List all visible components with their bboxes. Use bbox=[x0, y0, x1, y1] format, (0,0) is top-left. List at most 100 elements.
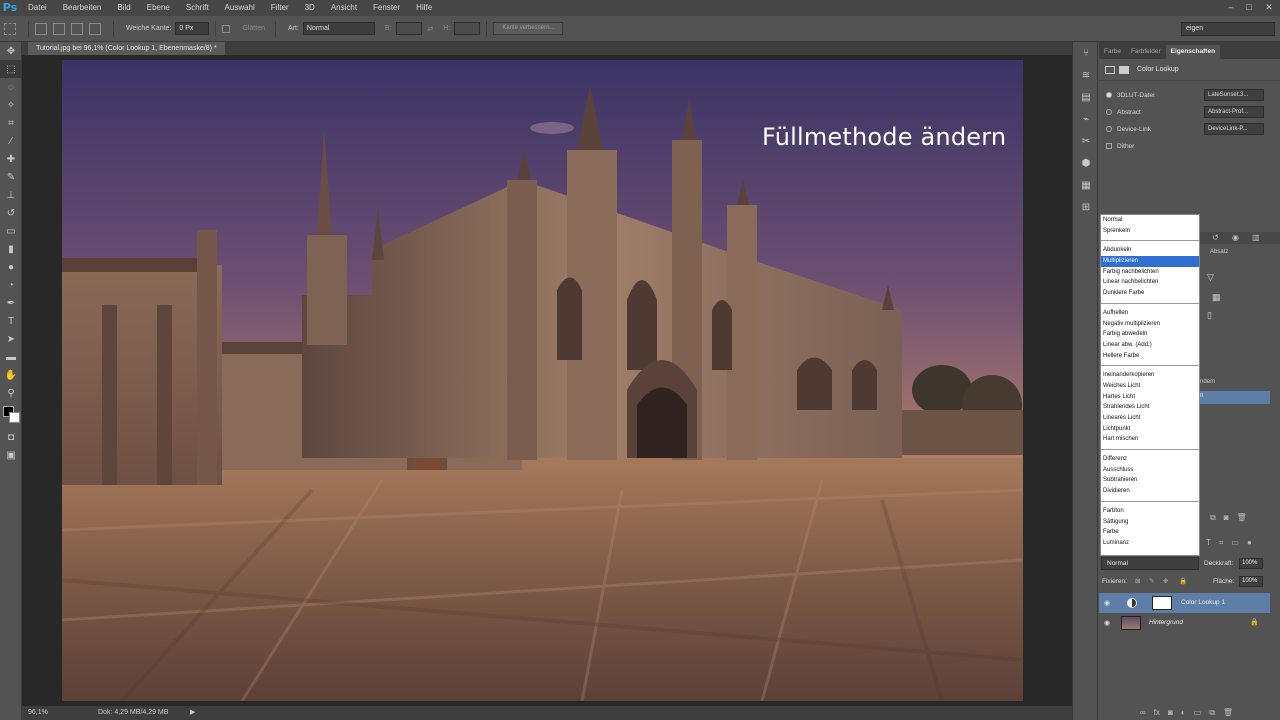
blend-option[interactable]: Differenz bbox=[1101, 454, 1199, 465]
layer-mask-thumbnail[interactable] bbox=[1152, 596, 1172, 610]
blend-option[interactable]: Hellere Farbe bbox=[1101, 351, 1199, 362]
layer-row[interactable]: ◉ Color Lookup 1 bbox=[1099, 593, 1270, 613]
blend-option[interactable]: Negativ multiplizieren bbox=[1101, 319, 1199, 330]
background-color[interactable] bbox=[9, 412, 20, 423]
blend-option-selected[interactable]: Multiplizieren bbox=[1101, 256, 1199, 267]
lasso-tool-icon[interactable]: ◌ bbox=[0, 78, 22, 96]
radio-abstract[interactable] bbox=[1106, 109, 1112, 115]
history-state[interactable]: ndern bbox=[1200, 379, 1215, 385]
blend-option[interactable]: Lichtpunkt bbox=[1101, 424, 1199, 435]
grid-icon[interactable]: ▦ bbox=[1212, 292, 1221, 303]
intersect-selection-icon[interactable] bbox=[89, 22, 101, 35]
blend-option[interactable]: Ineinanderkopieren bbox=[1101, 370, 1199, 381]
blend-option[interactable]: Ausschluss bbox=[1101, 465, 1199, 476]
lock-position-icon[interactable]: ✥ bbox=[1163, 577, 1168, 585]
layer-name[interactable]: Color Lookup 1 bbox=[1181, 593, 1225, 613]
radio-3dlut[interactable] bbox=[1106, 92, 1112, 98]
tools-panel-icon[interactable]: ✂ bbox=[1073, 130, 1099, 152]
type-tool-icon[interactable]: T bbox=[0, 312, 22, 330]
quick-mask-icon[interactable]: ◘ bbox=[0, 428, 22, 446]
smart-filter-icon[interactable]: ▭ bbox=[1231, 538, 1239, 550]
menu-datei[interactable]: Datei bbox=[20, 0, 55, 16]
lut-select[interactable]: Abstract-Prof... bbox=[1204, 106, 1264, 118]
menu-3d[interactable]: 3D bbox=[297, 0, 323, 16]
layer-thumbnail[interactable] bbox=[1121, 616, 1141, 630]
marquee-tool-icon[interactable] bbox=[4, 22, 16, 35]
magic-wand-icon[interactable]: ✧ bbox=[0, 96, 22, 114]
new-layer-icon[interactable]: ⧉ bbox=[1209, 708, 1215, 720]
reset-icon[interactable]: ↺ bbox=[1212, 233, 1219, 242]
swap-icon[interactable]: ⇄ bbox=[428, 25, 434, 33]
fx-icon[interactable]: fx bbox=[1154, 708, 1160, 720]
paths-panel-icon[interactable]: ⌁ bbox=[1073, 108, 1099, 130]
new-group-icon[interactable]: ▭ bbox=[1194, 708, 1202, 720]
status-arrow-icon[interactable]: ▶ bbox=[190, 706, 195, 720]
menu-bearbeiten[interactable]: Bearbeiten bbox=[55, 0, 110, 16]
tab-farbfelder[interactable]: Farbfelder bbox=[1126, 45, 1166, 59]
feather-input[interactable]: 0 Px bbox=[175, 22, 210, 35]
crop-tool-icon[interactable]: ⌗ bbox=[0, 114, 22, 132]
filter-toggle-icon[interactable]: ● bbox=[1247, 538, 1252, 550]
blend-option[interactable]: Abdunkeln bbox=[1101, 245, 1199, 256]
delete-icon[interactable]: ▥ bbox=[1252, 233, 1260, 242]
healing-brush-icon[interactable]: ✚ bbox=[0, 150, 22, 168]
adjustments-panel-icon[interactable]: ≋ bbox=[1073, 64, 1099, 86]
mask-icon[interactable] bbox=[1119, 65, 1129, 74]
menu-schrift[interactable]: Schrift bbox=[178, 0, 217, 16]
blend-option[interactable]: Sprenkeln bbox=[1101, 226, 1199, 237]
link-icon[interactable]: ∞ bbox=[1140, 708, 1146, 720]
blend-option[interactable]: Linear abw. (Add.) bbox=[1101, 340, 1199, 351]
maximize-icon[interactable]: □ bbox=[1242, 0, 1256, 14]
zoom-level[interactable]: 96,1% bbox=[28, 706, 48, 720]
blend-mode-dropdown[interactable]: Normal Sprenkeln Abdunkeln Multipliziere… bbox=[1100, 214, 1200, 556]
layer-name[interactable]: Hintergrund bbox=[1149, 613, 1183, 633]
eyedropper-icon[interactable]: ⁄ bbox=[0, 132, 22, 150]
blend-option[interactable]: Hartes Licht bbox=[1101, 392, 1199, 403]
layer-row[interactable]: ◉ Hintergrund 🔒 bbox=[1099, 613, 1270, 633]
warp-icon[interactable]: ▽ bbox=[1207, 272, 1214, 283]
lut-select[interactable]: DeviceLink-P... bbox=[1204, 123, 1264, 135]
blend-option[interactable]: Farbig nachbelichten bbox=[1101, 267, 1199, 278]
fill-input[interactable]: 100% bbox=[1239, 576, 1263, 587]
lock-pixels-icon[interactable]: ✎ bbox=[1149, 577, 1154, 585]
timeline-panel-icon[interactable]: ▦ bbox=[1073, 174, 1099, 196]
history-panel-icon[interactable]: ⑂ bbox=[1073, 42, 1099, 64]
type-filter-icon[interactable]: T bbox=[1206, 538, 1211, 550]
trash-icon[interactable]: 🗑 bbox=[1237, 513, 1247, 525]
lut-row-device-link[interactable]: Device-Link DeviceLink-P... bbox=[1099, 121, 1280, 138]
tab-farbe[interactable]: Farbe bbox=[1099, 45, 1126, 59]
blend-option[interactable]: Dividieren bbox=[1101, 486, 1199, 497]
stamp-tool-icon[interactable]: ⊥ bbox=[0, 186, 22, 204]
new-adjustment-icon[interactable]: ◐ bbox=[1181, 708, 1186, 720]
lock-all-icon[interactable]: 🔒 bbox=[1179, 577, 1187, 585]
blend-option[interactable]: Dunklere Farbe bbox=[1101, 288, 1199, 299]
move-tool-icon[interactable]: ✥ bbox=[0, 42, 22, 60]
menu-ebene[interactable]: Ebene bbox=[139, 0, 178, 16]
opacity-input[interactable]: 100% bbox=[1239, 558, 1263, 569]
blend-mode-select[interactable]: Normal bbox=[1101, 557, 1199, 570]
style-select[interactable]: Normal bbox=[302, 22, 375, 35]
visibility-eye-icon[interactable]: ◉ bbox=[1104, 599, 1110, 607]
blend-option[interactable]: Hart mischen bbox=[1101, 434, 1199, 445]
zoom-tool-icon[interactable]: ⚲ bbox=[0, 384, 22, 402]
workspace-select[interactable]: eigen bbox=[1181, 22, 1275, 36]
shape-tool-icon[interactable]: ▬ bbox=[0, 348, 22, 366]
path-selection-icon[interactable]: ➤ bbox=[0, 330, 22, 348]
blur-tool-icon[interactable]: ● bbox=[0, 258, 22, 276]
screen-mode-icon[interactable]: ▣ bbox=[0, 446, 22, 464]
pen-tool-icon[interactable]: ✒ bbox=[0, 294, 22, 312]
styles-panel-icon[interactable]: ▤ bbox=[1073, 86, 1099, 108]
menu-ansicht[interactable]: Ansicht bbox=[323, 0, 365, 16]
add-mask-icon[interactable]: ◙ bbox=[1168, 708, 1173, 720]
menu-fenster[interactable]: Fenster bbox=[365, 0, 408, 16]
subtract-selection-icon[interactable] bbox=[71, 22, 83, 35]
history-brush-icon[interactable]: ↺ bbox=[0, 204, 22, 222]
blend-option[interactable]: Weiches Licht bbox=[1101, 381, 1199, 392]
lock-transparency-icon[interactable]: ⊠ bbox=[1135, 577, 1140, 585]
lut-row-3dlut[interactable]: 3DLUT-Datei LateSunset.3... bbox=[1099, 87, 1280, 104]
blend-option[interactable]: Linear nachbelichten bbox=[1101, 277, 1199, 288]
blend-option[interactable]: Farbton bbox=[1101, 506, 1199, 517]
blend-option[interactable]: Farbe bbox=[1101, 527, 1199, 538]
radio-device-link[interactable] bbox=[1106, 126, 1112, 132]
dodge-tool-icon[interactable]: ◔ bbox=[0, 276, 22, 294]
